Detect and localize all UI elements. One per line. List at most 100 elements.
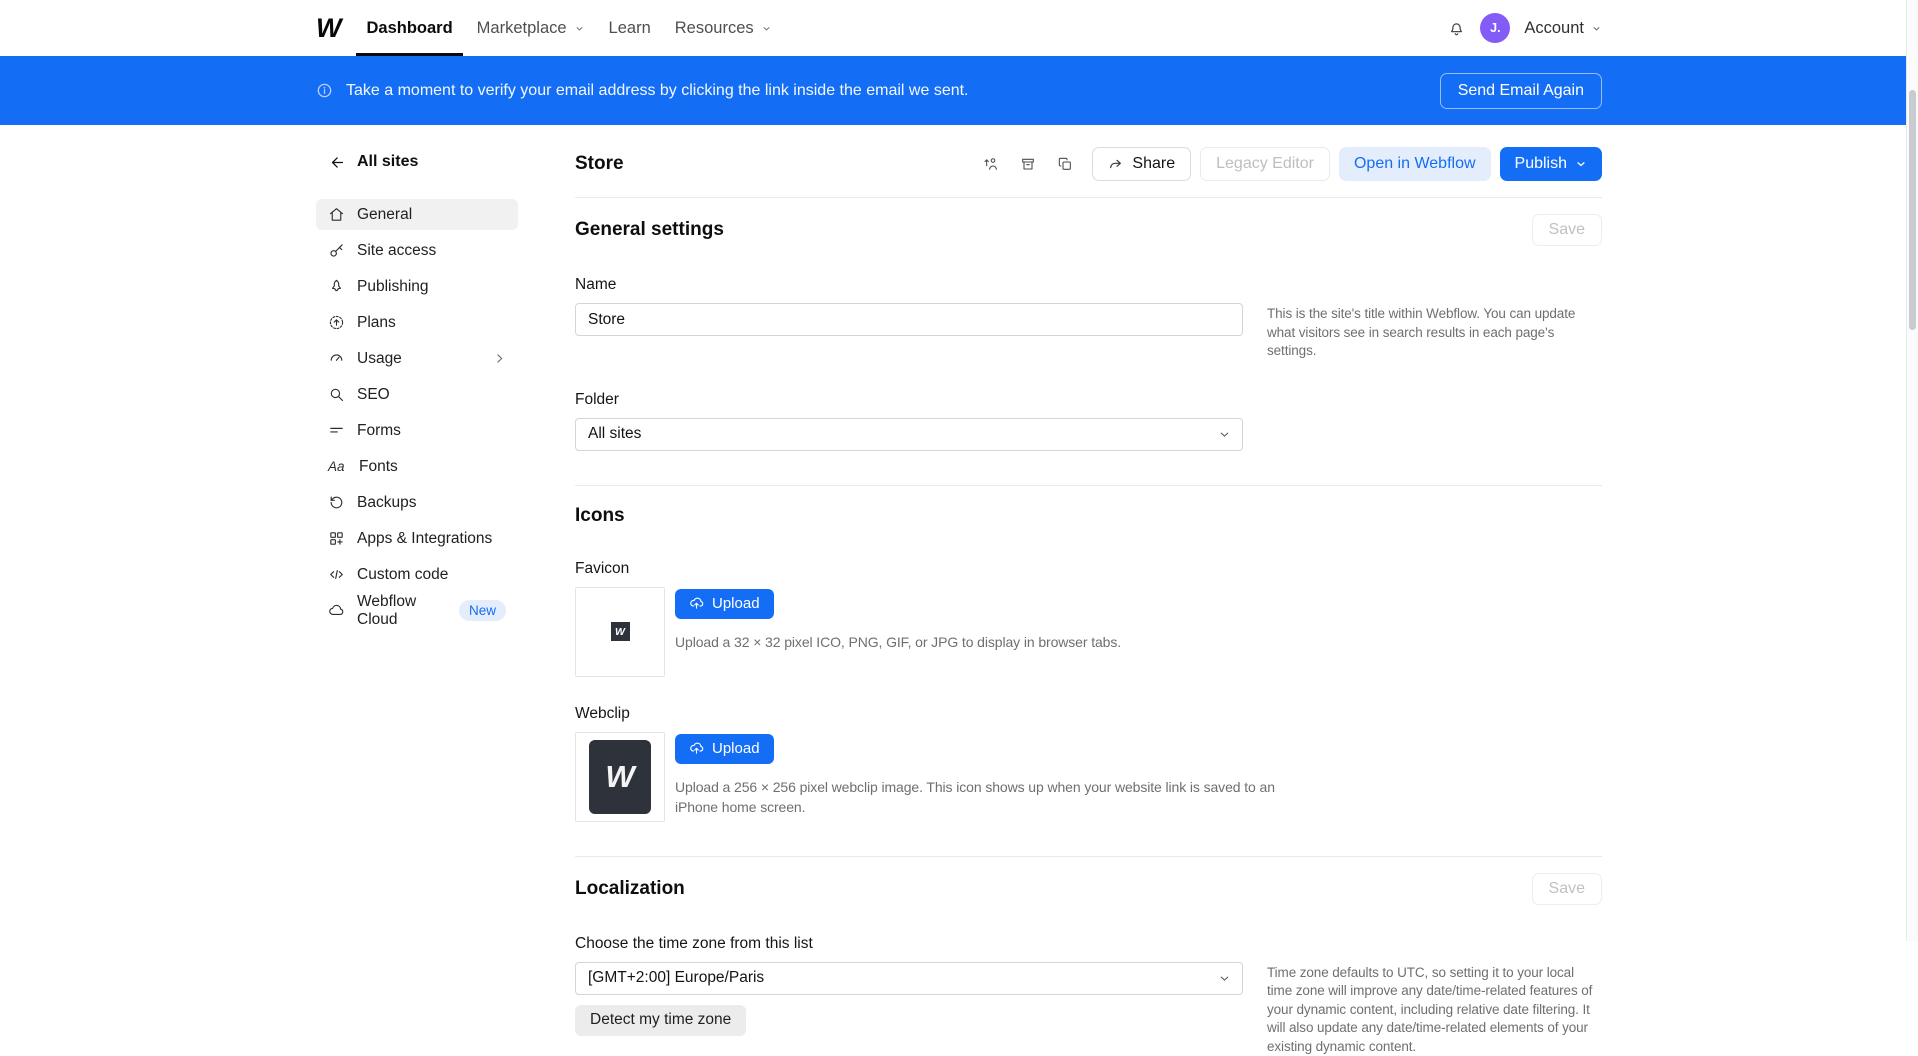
- legacy-editor-button[interactable]: Legacy Editor: [1200, 147, 1330, 181]
- chevron-down-icon: [574, 23, 585, 34]
- upload-label: Upload: [712, 595, 760, 612]
- sidebar-item-label: Plans: [357, 314, 396, 332]
- nav-link-marketplace[interactable]: Marketplace: [465, 0, 597, 56]
- site-settings-main: Store Share Legacy Editor Open in Webflo…: [575, 147, 1602, 1056]
- avatar[interactable]: J.: [1480, 13, 1510, 43]
- sidebar-item-label: Usage: [357, 350, 402, 368]
- section-divider: [575, 485, 1602, 486]
- page-title: Store: [575, 153, 624, 175]
- nav-link-label: Learn: [609, 19, 651, 38]
- sidebar-item-label: General: [357, 206, 412, 224]
- fonts-aa-icon: Aa: [328, 459, 347, 474]
- sidebar-item-apps-integrations[interactable]: Apps & Integrations: [316, 523, 518, 554]
- share-label: Share: [1132, 155, 1175, 173]
- sidebar-item-label: Fonts: [359, 458, 398, 476]
- publish-button[interactable]: Publish: [1500, 147, 1602, 181]
- upload-icon: [689, 741, 704, 756]
- chevron-down-icon: [1591, 23, 1602, 34]
- back-to-all-sites[interactable]: All sites: [316, 147, 518, 177]
- avatar-initials: J.: [1490, 21, 1500, 35]
- timezone-select[interactable]: [GMT+2:00] Europe/Paris: [575, 962, 1243, 995]
- nav-link-label: Resources: [675, 19, 754, 38]
- sidebar-item-label: SEO: [357, 386, 390, 404]
- sidebar-item-seo[interactable]: SEO: [316, 379, 518, 410]
- send-email-again-button[interactable]: Send Email Again: [1440, 73, 1602, 109]
- sidebar-item-backups[interactable]: Backups: [316, 487, 518, 518]
- notifications-bell-icon[interactable]: [1447, 19, 1466, 38]
- sidebar-item-fonts[interactable]: Aa Fonts: [316, 451, 518, 482]
- general-settings-heading: General settings: [575, 219, 724, 241]
- webflow-logo[interactable]: W: [316, 13, 340, 44]
- lines-icon: [328, 422, 345, 439]
- account-label: Account: [1524, 19, 1584, 38]
- favicon-preview: W: [575, 587, 665, 677]
- page-scrollbar: [1906, 0, 1918, 941]
- folder-select[interactable]: All sites: [575, 418, 1243, 451]
- sidebar-item-label: Site access: [357, 242, 436, 260]
- account-menu[interactable]: Account: [1524, 19, 1602, 38]
- sidebar-item-forms[interactable]: Forms: [316, 415, 518, 446]
- timezone-label: Choose the time zone from this list: [575, 935, 1602, 953]
- localization-heading: Localization: [575, 878, 685, 900]
- archive-icon[interactable]: [1014, 150, 1042, 178]
- arrow-left-icon: [329, 154, 346, 171]
- sidebar-item-label: Backups: [357, 494, 416, 512]
- site-name-input[interactable]: [575, 303, 1243, 336]
- save-button[interactable]: Save: [1532, 873, 1602, 905]
- webclip-help-text: Upload a 256 × 256 pixel webclip image. …: [675, 777, 1320, 818]
- gauge-icon: [328, 350, 345, 367]
- search-icon: [328, 386, 345, 403]
- share-arrow-icon: [1108, 156, 1124, 172]
- site-toolbar: Share Legacy Editor Open in Webflow Publ…: [977, 147, 1602, 181]
- arrow-up-circle-icon: [328, 314, 345, 331]
- section-divider: [575, 856, 1602, 857]
- icons-heading: Icons: [575, 505, 1602, 527]
- name-label: Name: [575, 276, 1602, 294]
- chevron-right-icon: [493, 352, 506, 365]
- sidebar-item-plans[interactable]: Plans: [316, 307, 518, 338]
- sidebar-item-usage[interactable]: Usage: [316, 343, 518, 374]
- rocket-icon: [328, 278, 345, 295]
- timezone-select-value: [GMT+2:00] Europe/Paris: [588, 969, 764, 987]
- name-help-text: This is the site's title within Webflow.…: [1267, 303, 1602, 361]
- apps-grid-icon: [328, 530, 345, 547]
- key-icon: [328, 242, 345, 259]
- cloud-icon: [328, 602, 345, 619]
- sidebar-item-webflow-cloud[interactable]: Webflow Cloud New: [316, 595, 518, 626]
- code-icon: [328, 566, 345, 583]
- save-button[interactable]: Save: [1532, 214, 1602, 246]
- sidebar-item-label: Forms: [357, 422, 401, 440]
- email-verify-banner: Take a moment to verify your email addre…: [0, 56, 1918, 125]
- new-badge: New: [459, 600, 506, 621]
- upload-label: Upload: [712, 740, 760, 757]
- nav-link-learn[interactable]: Learn: [597, 0, 663, 56]
- sidebar-item-custom-code[interactable]: Custom code: [316, 559, 518, 590]
- transfer-site-icon[interactable]: [977, 150, 1005, 178]
- sidebar-item-general[interactable]: General: [316, 199, 518, 230]
- sidebar-item-label: Webflow Cloud: [357, 593, 440, 629]
- timezone-help-text: Time zone defaults to UTC, so setting it…: [1267, 962, 1602, 1056]
- nav-link-resources[interactable]: Resources: [663, 0, 784, 56]
- favicon-image: W: [611, 622, 630, 641]
- banner-message: Take a moment to verify your email addre…: [346, 82, 969, 100]
- back-label: All sites: [357, 153, 418, 171]
- sidebar-item-label: Publishing: [357, 278, 429, 296]
- webclip-upload-button[interactable]: Upload: [675, 734, 774, 764]
- favicon-label: Favicon: [575, 560, 1602, 578]
- duplicate-icon[interactable]: [1051, 150, 1079, 178]
- share-button[interactable]: Share: [1092, 147, 1191, 181]
- scrollbar-thumb[interactable]: [1909, 90, 1916, 330]
- detect-timezone-button[interactable]: Detect my time zone: [575, 1005, 746, 1036]
- chevron-down-icon: [1218, 972, 1231, 985]
- upload-icon: [689, 596, 704, 611]
- nav-link-dashboard[interactable]: Dashboard: [354, 0, 464, 56]
- nav-link-label: Dashboard: [366, 19, 452, 38]
- settings-sidebar: All sites General Site access Publishing…: [316, 147, 518, 1056]
- chevron-down-icon: [1218, 428, 1231, 441]
- favicon-upload-button[interactable]: Upload: [675, 589, 774, 619]
- open-in-webflow-button[interactable]: Open in Webflow: [1339, 147, 1491, 181]
- chevron-down-icon: [761, 23, 772, 34]
- sidebar-item-site-access[interactable]: Site access: [316, 235, 518, 266]
- sidebar-item-publishing[interactable]: Publishing: [316, 271, 518, 302]
- webclip-label: Webclip: [575, 705, 1602, 723]
